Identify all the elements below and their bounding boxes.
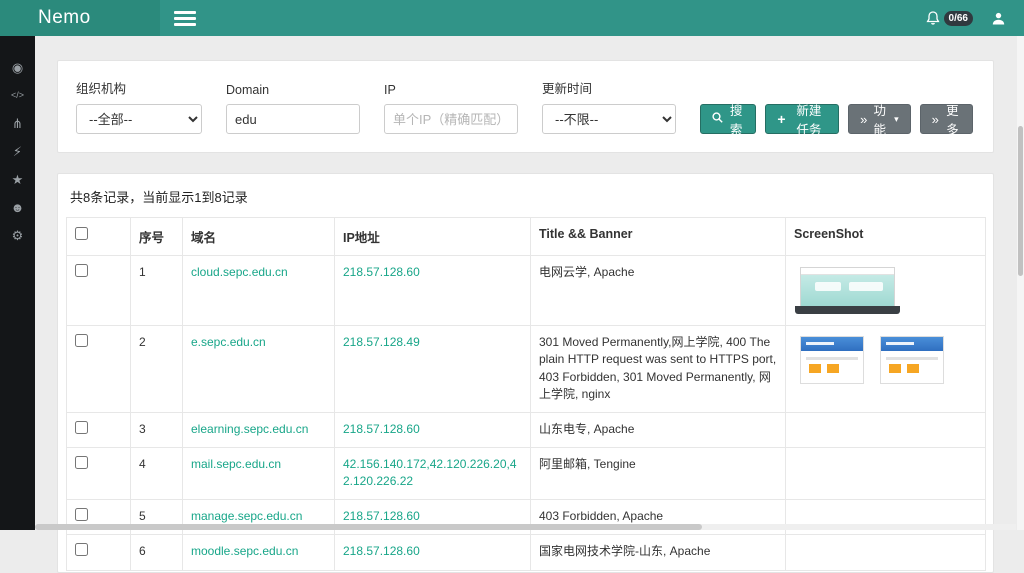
results-panel: 共8条记录，当前显示1到8记录 序号 域名 IP地址 Title && Bann… (57, 173, 994, 573)
organizations-icon[interactable]: ☻ (0, 200, 35, 215)
favorites-icon[interactable]: ★ (0, 172, 35, 187)
main-content: 组织机构 --全部-- Domain IP 更新时间 --不限-- 搜索 (35, 36, 1024, 530)
table-row: 2 e.sepc.edu.cn 218.57.128.49 301 Moved … (67, 326, 986, 413)
notification-count-badge: 0/66 (944, 11, 973, 26)
col-ip: IP地址 (335, 218, 531, 256)
caret-down-icon: ▾ (894, 114, 899, 125)
left-sidebar: ◉ </> ⋔ ⚡ ★ ☻ ⚙ (0, 36, 35, 530)
cell-screenshot (786, 447, 986, 499)
row-checkbox[interactable] (75, 334, 88, 347)
update-time-select[interactable]: --不限-- (542, 104, 676, 134)
table-row: 1 cloud.sepc.edu.cn 218.57.128.60 电网云学, … (67, 256, 986, 326)
domain-input[interactable] (226, 104, 360, 134)
screenshot-thumbnail[interactable] (880, 336, 944, 384)
cell-title-banner: 301 Moved Permanently,网上学院, 400 The plai… (531, 326, 786, 413)
cell-seq: 2 (131, 326, 183, 413)
col-domain: 域名 (183, 218, 335, 256)
filter-panel: 组织机构 --全部-- Domain IP 更新时间 --不限-- 搜索 (57, 60, 994, 153)
domain-link[interactable]: mail.sepc.edu.cn (191, 457, 281, 471)
scrollbar-thumb[interactable] (1018, 126, 1023, 276)
table-row: 4 mail.sepc.edu.cn 42.156.140.172,42.120… (67, 447, 986, 499)
col-title-banner: Title && Banner (531, 218, 786, 256)
cell-seq: 4 (131, 447, 183, 499)
horizontal-scrollbar[interactable] (35, 524, 1016, 530)
col-seq: 序号 (131, 218, 183, 256)
org-field: 组织机构 --全部-- (76, 78, 202, 134)
dashboard-icon[interactable]: ◉ (0, 60, 35, 75)
app-brand[interactable]: Nemo (0, 0, 160, 36)
double-chevron-icon: » (860, 113, 867, 126)
col-screenshot: ScreenShot (786, 218, 986, 256)
ip-link[interactable]: 218.57.128.60 (343, 544, 420, 558)
vertical-scrollbar[interactable] (1017, 36, 1024, 530)
cell-screenshot (786, 326, 986, 413)
update-time-label: 更新时间 (542, 78, 676, 97)
cell-screenshot (786, 256, 986, 326)
select-all-checkbox[interactable] (75, 227, 88, 240)
poc-icon[interactable]: ⚡ (0, 144, 35, 159)
ip-field: IP (384, 83, 518, 134)
domain-link[interactable]: moodle.sepc.edu.cn (191, 544, 298, 558)
row-checkbox[interactable] (75, 456, 88, 469)
row-checkbox[interactable] (75, 264, 88, 277)
task-tree-icon[interactable]: ⋔ (0, 116, 35, 131)
cell-title-banner: 阿里邮箱, Tengine (531, 447, 786, 499)
function-dropdown-button[interactable]: » 功能 ▾ (848, 104, 910, 134)
cell-title-banner: 山东电专, Apache (531, 412, 786, 447)
domain-label: Domain (226, 83, 360, 97)
cell-seq: 3 (131, 412, 183, 447)
table-row: 3 elearning.sepc.edu.cn 218.57.128.60 山东… (67, 412, 986, 447)
domain-link[interactable]: elearning.sepc.edu.cn (191, 422, 308, 436)
menu-toggle-icon[interactable] (174, 11, 196, 26)
ip-link[interactable]: 218.57.128.60 (343, 422, 420, 436)
org-select[interactable]: --全部-- (76, 104, 202, 134)
table-header-row: 序号 域名 IP地址 Title && Banner ScreenShot (67, 218, 986, 256)
domain-link[interactable]: cloud.sepc.edu.cn (191, 265, 288, 279)
row-checkbox[interactable] (75, 543, 88, 556)
scrollbar-thumb[interactable] (35, 524, 702, 530)
cell-seq: 6 (131, 535, 183, 570)
ip-label: IP (384, 83, 518, 97)
org-label: 组织机构 (76, 78, 202, 97)
cell-title-banner: 国家电网技术学院-山东, Apache (531, 535, 786, 570)
row-checkbox[interactable] (75, 421, 88, 434)
plus-icon: + (777, 112, 785, 126)
more-dropdown-button[interactable]: » 更多 (920, 104, 973, 134)
assets-icon[interactable]: </> (0, 88, 35, 103)
new-task-button[interactable]: + 新建任务 (765, 104, 839, 134)
domain-link[interactable]: manage.sepc.edu.cn (191, 509, 302, 523)
ip-link[interactable]: 218.57.128.60 (343, 509, 420, 523)
ip-input[interactable] (384, 104, 518, 134)
domain-field: Domain (226, 83, 360, 134)
bell-icon (926, 11, 940, 26)
settings-icon[interactable]: ⚙ (0, 228, 35, 243)
table-row: 6 moodle.sepc.edu.cn 218.57.128.60 国家电网技… (67, 535, 986, 570)
ip-link[interactable]: 218.57.128.60 (343, 265, 420, 279)
record-count-summary: 共8条记录，当前显示1到8记录 (66, 187, 985, 217)
double-chevron-icon: » (932, 113, 939, 126)
update-time-field: 更新时间 --不限-- (542, 78, 676, 134)
user-icon[interactable] (991, 11, 1006, 26)
search-icon (712, 112, 723, 126)
search-button[interactable]: 搜索 (700, 104, 756, 134)
screenshot-thumbnail[interactable] (800, 336, 864, 384)
row-checkbox[interactable] (75, 508, 88, 521)
ip-link[interactable]: 42.156.140.172,42.120.226.20,42.120.226.… (343, 457, 517, 488)
cell-screenshot (786, 535, 986, 570)
notifications-button[interactable]: 0/66 (926, 11, 973, 26)
cell-screenshot (786, 412, 986, 447)
screenshot-thumbnail[interactable] (800, 267, 895, 307)
cell-seq: 1 (131, 256, 183, 326)
ip-link[interactable]: 218.57.128.49 (343, 335, 420, 349)
domain-link[interactable]: e.sepc.edu.cn (191, 335, 266, 349)
top-navbar: Nemo 0/66 (0, 0, 1024, 36)
cell-title-banner: 电网云学, Apache (531, 256, 786, 326)
results-table: 序号 域名 IP地址 Title && Banner ScreenShot 1 … (66, 217, 986, 571)
